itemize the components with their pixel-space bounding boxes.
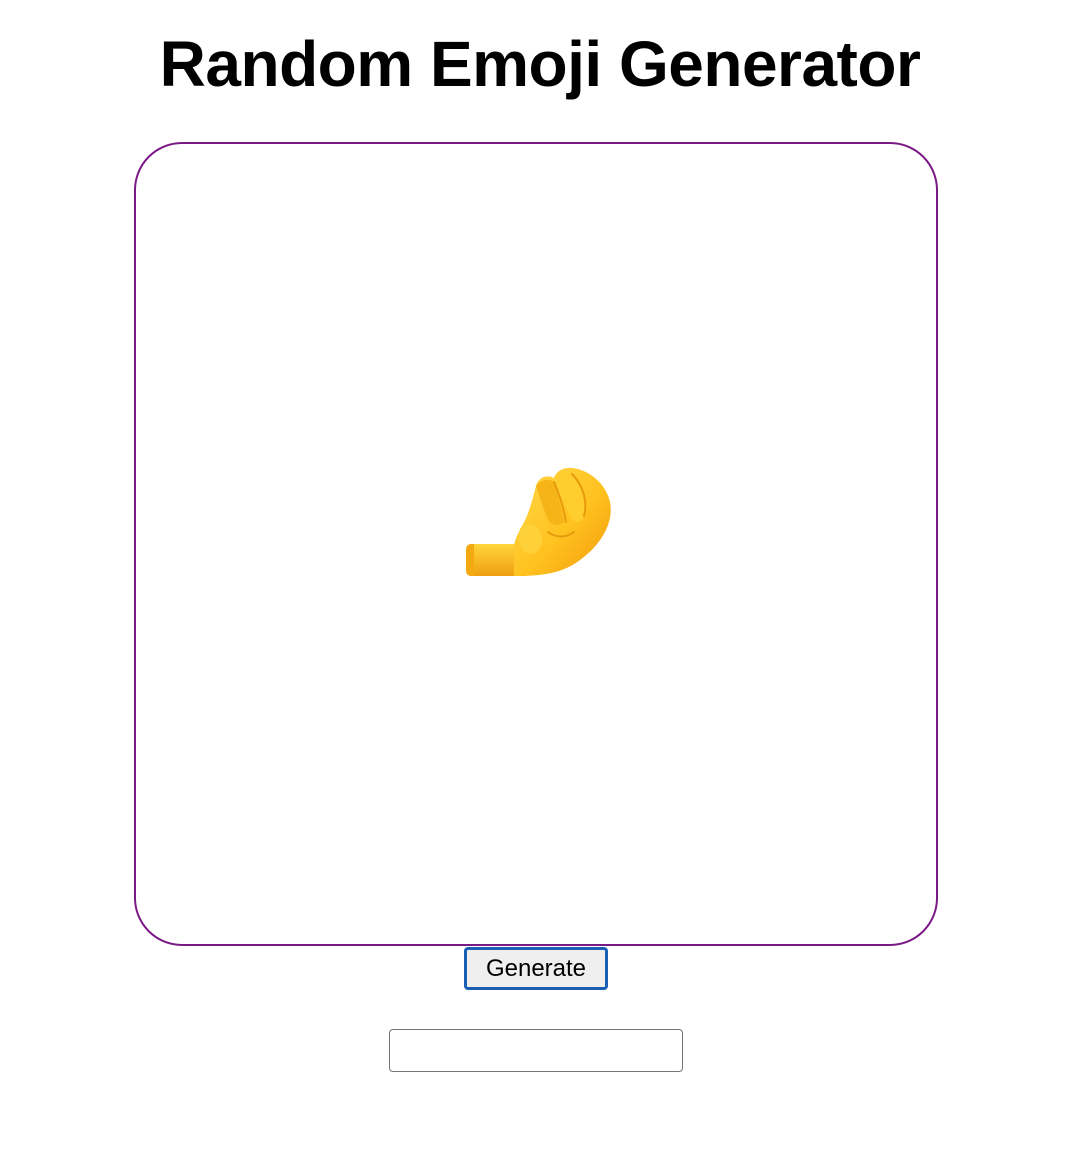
generate-button[interactable]: Generate [464, 947, 608, 990]
emoji-display-box: 🤌 [134, 142, 938, 946]
pinched-fingers-icon: 🤌 [444, 452, 628, 636]
current-emoji-text: 🤌 [444, 636, 445, 637]
emoji-output-field[interactable] [389, 1029, 683, 1072]
page-title: Random Emoji Generator [159, 28, 921, 100]
